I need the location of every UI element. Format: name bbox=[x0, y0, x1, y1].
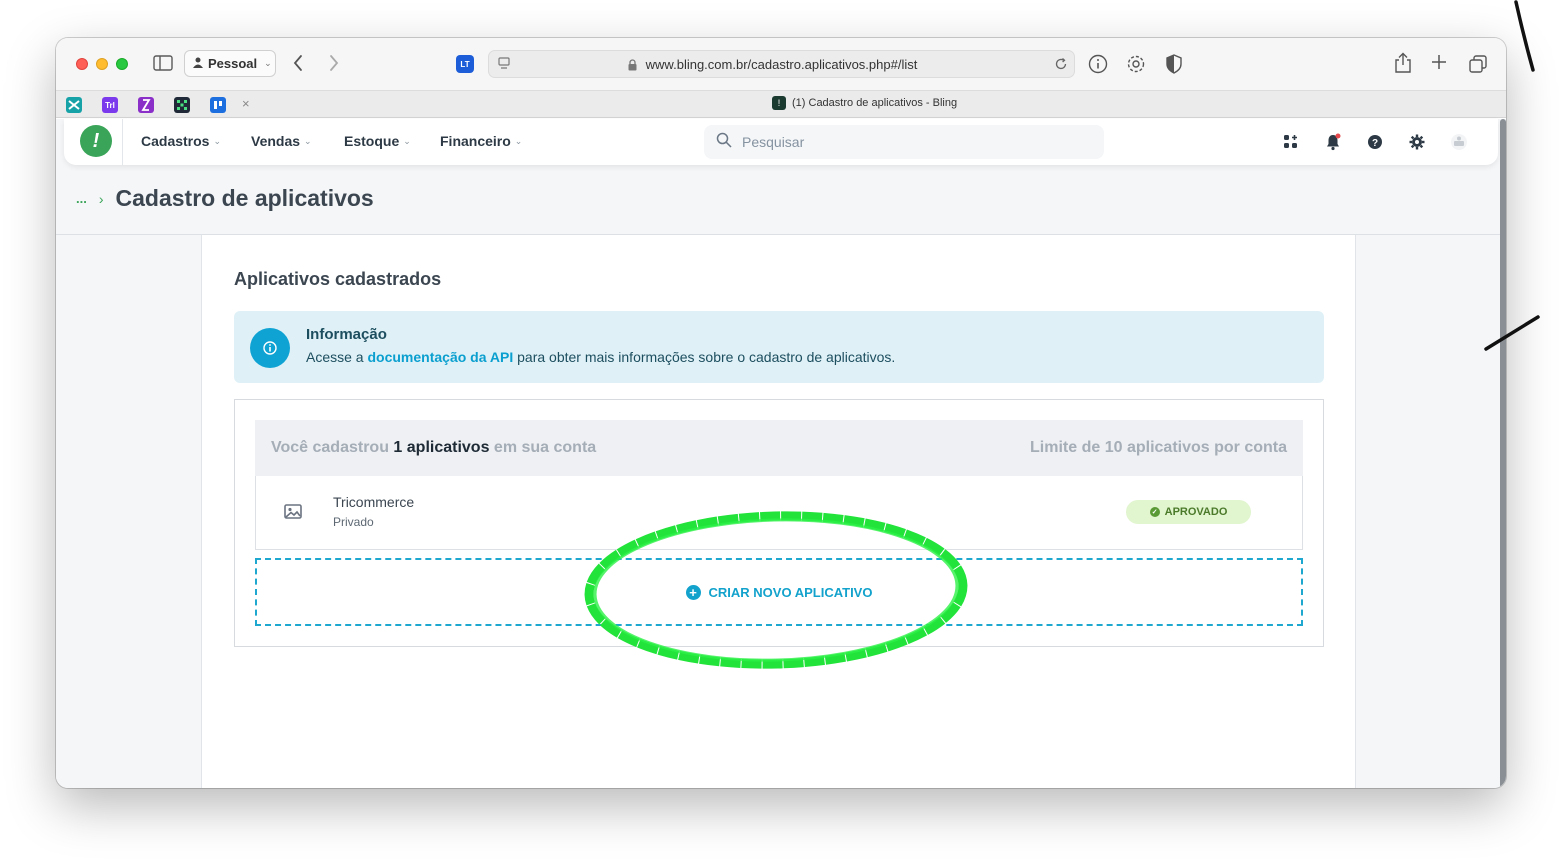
check-icon: ✓ bbox=[1149, 507, 1160, 517]
nav-item-cadastros[interactable]: Cadastros ⌄ bbox=[141, 133, 221, 149]
chevron-down-icon: ⌄ bbox=[264, 58, 272, 68]
active-tab[interactable]: ! (1) Cadastro de aplicativos - Bling bbox=[772, 96, 957, 110]
help-icon[interactable]: ? bbox=[1366, 133, 1384, 151]
apps-limit-text: Limite de 10 aplicativos por conta bbox=[1030, 439, 1287, 456]
breadcrumb: ... › Cadastro de aplicativos bbox=[76, 185, 374, 212]
nav-item-vendas[interactable]: Vendas ⌄ bbox=[251, 133, 312, 149]
share-icon[interactable] bbox=[1394, 52, 1412, 74]
status-badge-label: APROVADO bbox=[1164, 506, 1228, 518]
info-alert: Informação Acesse a documentação da API … bbox=[234, 311, 1324, 383]
info-circle-icon bbox=[250, 328, 290, 368]
search-icon bbox=[716, 132, 732, 153]
back-arrow-icon[interactable] bbox=[292, 54, 304, 72]
search-input[interactable] bbox=[742, 134, 1062, 150]
new-tab-icon[interactable] bbox=[1431, 54, 1447, 70]
nav-item-estoque[interactable]: Estoque ⌄ bbox=[344, 133, 411, 149]
app-visibility: Privado bbox=[333, 515, 374, 529]
apps-grid-icon[interactable] bbox=[1282, 133, 1300, 151]
pinned-tab-3[interactable] bbox=[138, 97, 154, 113]
svg-text:?: ? bbox=[1372, 138, 1378, 149]
image-placeholder-icon bbox=[284, 504, 302, 524]
tab-strip: Trl × ! (1) Cadastro de aplicativos - Bl… bbox=[56, 90, 1506, 118]
bell-icon[interactable] bbox=[1324, 133, 1342, 151]
forward-arrow-icon[interactable] bbox=[328, 54, 340, 72]
section-title: Aplicativos cadastrados bbox=[234, 269, 442, 289]
page-scrollbar[interactable] bbox=[1500, 119, 1506, 788]
api-docs-link[interactable]: documentação da API bbox=[367, 349, 513, 365]
reload-icon[interactable] bbox=[1054, 57, 1068, 71]
close-icon[interactable]: × bbox=[242, 96, 250, 111]
sidebar-toggle-icon[interactable] bbox=[153, 55, 173, 71]
pinned-tab-5[interactable] bbox=[210, 97, 226, 113]
info-text-after: para obter mais informações sobre o cada… bbox=[513, 349, 896, 365]
app-navbar: ! Cadastros ⌄ Vendas ⌄ Estoque ⌄ Financeiro… bbox=[64, 119, 1498, 165]
pen-stroke-top-right bbox=[1514, 0, 1535, 72]
breadcrumb-separator: › bbox=[98, 190, 104, 207]
close-window-button[interactable] bbox=[76, 58, 88, 70]
chevron-down-icon: ⌄ bbox=[514, 135, 523, 146]
app-name: Tricommerce bbox=[333, 494, 415, 510]
app-list-item[interactable]: Tricommerce Privado ✓ APROVADO bbox=[255, 476, 1303, 550]
pinned-tab-1[interactable] bbox=[66, 97, 82, 113]
pinned-tab-4[interactable] bbox=[174, 97, 190, 113]
profile-button[interactable]: Pessoal ⌄ bbox=[184, 50, 276, 77]
bling-favicon-icon: ! bbox=[772, 96, 786, 110]
minimize-window-button[interactable] bbox=[96, 58, 108, 70]
breadcrumb-ellipsis[interactable]: ... bbox=[76, 191, 87, 206]
nav-item-label: Financeiro bbox=[440, 133, 511, 149]
chevron-down-icon: ⌄ bbox=[403, 135, 411, 146]
zoom-window-button[interactable] bbox=[116, 58, 128, 70]
chevron-down-icon: ⌄ bbox=[213, 135, 222, 146]
bling-logo-icon[interactable]: ! bbox=[80, 125, 112, 157]
info-icon[interactable] bbox=[1088, 54, 1108, 74]
apps-count-text: Você cadastrou 1 aplicativos em sua cont… bbox=[271, 439, 597, 456]
main-panel: Aplicativos cadastrados Informação Acess… bbox=[201, 235, 1356, 788]
browser-toolbar: Pessoal ⌄ LT www.bling.com.br/cadastro.a… bbox=[56, 38, 1506, 90]
nav-item-label: Estoque bbox=[344, 133, 400, 149]
browser-window: Pessoal ⌄ LT www.bling.com.br/cadastro.a… bbox=[56, 38, 1506, 788]
page-content: ! Cadastros ⌄ Vendas ⌄ Estoque ⌄ Financeiro… bbox=[56, 119, 1506, 788]
nav-divider bbox=[122, 119, 123, 165]
nav-item-label: Cadastros bbox=[141, 133, 210, 149]
settings-icon[interactable] bbox=[1408, 133, 1426, 151]
shield-icon[interactable] bbox=[1166, 54, 1182, 74]
nav-item-label: Vendas bbox=[251, 133, 301, 149]
tab-overview-icon[interactable] bbox=[1468, 54, 1488, 74]
active-tab-title: (1) Cadastro de aplicativos - Bling bbox=[792, 97, 958, 109]
address-bar[interactable]: www.bling.com.br/cadastro.aplicativos.ph… bbox=[488, 50, 1075, 78]
info-title: Informação bbox=[306, 326, 387, 343]
chevron-down-icon: ⌄ bbox=[304, 135, 312, 146]
pinned-tab-2[interactable]: Trl bbox=[102, 97, 118, 113]
translate-extension-icon[interactable]: LT bbox=[456, 55, 474, 73]
apps-list-box: Você cadastrou 1 aplicativos em sua cont… bbox=[234, 399, 1324, 647]
info-text: Acesse a documentação da API para obter … bbox=[306, 349, 895, 365]
page-title: Cadastro de aplicativos bbox=[115, 185, 374, 211]
url-text: www.bling.com.br/cadastro.aplicativos.ph… bbox=[645, 57, 918, 72]
plus-circle-icon: + bbox=[685, 584, 701, 600]
info-text-before: Acesse a bbox=[306, 349, 368, 365]
gear-icon[interactable] bbox=[1126, 54, 1146, 74]
person-icon bbox=[193, 56, 203, 71]
apps-count: 1 aplicativos bbox=[393, 439, 490, 456]
profile-label: Pessoal bbox=[208, 56, 258, 71]
status-badge: ✓ APROVADO bbox=[1126, 500, 1251, 524]
nav-item-financeiro[interactable]: Financeiro ⌄ bbox=[440, 133, 522, 149]
search-box[interactable] bbox=[704, 125, 1104, 159]
create-new-app-label: CRIAR NOVO APLICATIVO bbox=[708, 584, 873, 600]
apps-summary-header: Você cadastrou 1 aplicativos em sua cont… bbox=[255, 420, 1303, 476]
avatar[interactable] bbox=[1450, 133, 1468, 151]
create-new-app-button[interactable]: + CRIAR NOVO APLICATIVO bbox=[255, 558, 1303, 626]
